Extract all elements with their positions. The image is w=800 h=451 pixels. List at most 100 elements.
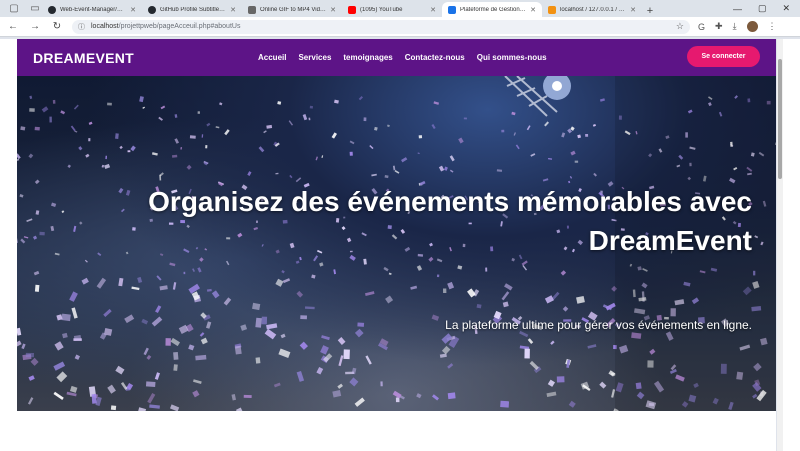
confetti-piece (34, 179, 40, 185)
confetti-piece (62, 332, 68, 339)
browser-tab[interactable]: Online GIF to MP4 Video c ✕ (242, 2, 342, 17)
confetti-piece (115, 365, 125, 375)
confetti-piece (192, 268, 195, 272)
downloads-icon[interactable]: ⤓ (733, 21, 737, 32)
reload-icon[interactable]: ↻ (50, 21, 64, 32)
scrollbar-thumb[interactable] (778, 59, 782, 179)
confetti-piece (215, 126, 220, 129)
back-arrow-icon[interactable]: ← (6, 21, 20, 32)
confetti-piece (354, 328, 364, 338)
confetti-piece (206, 122, 211, 127)
confetti-piece (160, 105, 166, 110)
page-right-margin (783, 39, 800, 451)
confetti-piece (33, 270, 40, 276)
confetti-piece (443, 166, 448, 171)
confetti-piece (255, 317, 262, 328)
confetti-piece (449, 169, 454, 173)
bookmark-star-icon[interactable]: ☆ (676, 21, 684, 32)
confetti-piece (371, 173, 377, 177)
confetti-piece (380, 381, 383, 387)
confetti-piece (546, 391, 557, 397)
confetti-piece (32, 235, 38, 240)
confetti-piece (41, 106, 49, 113)
confetti-piece (562, 306, 569, 312)
confetti-piece (131, 286, 140, 291)
confetti-piece (410, 285, 418, 290)
confetti-piece (343, 349, 350, 360)
nav-link-contact[interactable]: Contactez-nous (405, 53, 465, 62)
confetti-piece (27, 397, 34, 405)
menu-dots-icon[interactable]: ⋮ (768, 21, 777, 32)
maximize-icon[interactable]: ▢ (758, 3, 767, 14)
confetti-piece (151, 316, 163, 327)
confetti-piece (81, 277, 89, 285)
tab-list-icon[interactable]: ▭ (28, 0, 42, 17)
confetti-piece (547, 379, 556, 387)
confetti-piece (52, 99, 56, 104)
confetti-piece (110, 405, 117, 411)
confetti-piece (170, 337, 181, 347)
nav-link-services[interactable]: Services (298, 53, 331, 62)
minimize-icon[interactable]: — (733, 4, 742, 14)
confetti-piece (205, 145, 208, 149)
confetti-piece (156, 275, 162, 281)
hero-title-line-2: DreamEvent (588, 225, 752, 256)
nav-link-about[interactable]: Qui sommes-nous (477, 53, 547, 62)
confetti-piece (500, 400, 510, 408)
site-info-icon[interactable]: ⓘ (78, 22, 85, 32)
close-window-icon[interactable]: ✕ (782, 3, 790, 14)
nav-link-accueil[interactable]: Accueil (258, 53, 286, 62)
confetti-piece (431, 314, 440, 321)
confetti-piece (223, 297, 232, 306)
extensions-puzzle-icon[interactable]: ✚ (715, 21, 723, 32)
confetti-piece (296, 290, 304, 298)
forward-arrow-icon[interactable]: → (28, 21, 42, 32)
browser-tab-strip: ▢ ▭ Web-Event-Manager/REA ✕ GitHub Profi… (0, 0, 800, 17)
close-tab-icon[interactable]: ✕ (130, 6, 136, 14)
confetti-piece (304, 306, 315, 310)
brand-logo[interactable]: DREAMEVENT (33, 50, 134, 66)
confetti-piece (172, 282, 177, 290)
confetti-piece (392, 165, 396, 171)
confetti-piece (61, 313, 71, 322)
close-tab-icon[interactable]: ✕ (230, 6, 236, 14)
confetti-piece (526, 125, 531, 131)
confetti-piece (34, 284, 40, 292)
browser-tab-active[interactable]: Plateforme de Gestion d'É ✕ (442, 2, 542, 17)
confetti-piece (278, 348, 291, 358)
confetti-piece (374, 126, 378, 131)
close-tab-icon[interactable]: ✕ (530, 6, 536, 14)
confetti-piece (224, 129, 230, 136)
login-button[interactable]: Se connecter (687, 46, 760, 67)
nav-link-temoignages[interactable]: temoignages (343, 53, 392, 62)
confetti-piece (25, 352, 34, 358)
profile-avatar[interactable] (746, 21, 758, 32)
confetti-piece (333, 269, 337, 275)
confetti-piece (120, 382, 128, 390)
confetti-piece (319, 262, 324, 267)
confetti-piece (67, 164, 72, 169)
confetti-piece (560, 270, 567, 276)
confetti-piece (19, 194, 24, 198)
confetti-piece (105, 155, 108, 160)
close-tab-icon[interactable]: ✕ (330, 6, 336, 14)
browser-tab[interactable]: Web-Event-Manager/REA ✕ (42, 2, 142, 17)
close-tab-icon[interactable]: ✕ (630, 6, 636, 14)
confetti-piece (296, 371, 305, 382)
address-bar[interactable]: ⓘ localhost/projettpweb/pageAcceuil.php#… (72, 19, 690, 34)
confetti-piece (154, 372, 160, 380)
confetti-piece (524, 348, 530, 359)
browser-tab[interactable]: (1095) YouTube ✕ (342, 2, 442, 17)
tab-actions-icon[interactable]: ▢ (0, 0, 28, 17)
github-icon (148, 5, 156, 14)
confetti-piece (401, 157, 408, 163)
browser-tab[interactable]: localhost / 127.0.0.1 / proj ✕ (542, 2, 642, 17)
confetti-piece (73, 334, 82, 341)
new-tab-icon[interactable]: + (642, 5, 658, 17)
confetti-piece (321, 155, 324, 159)
browser-tab[interactable]: GitHub Profile Subtitle Ido ✕ (142, 2, 242, 17)
confetti-piece (418, 135, 423, 139)
close-tab-icon[interactable]: ✕ (430, 6, 436, 14)
confetti-piece (84, 259, 88, 263)
extension-icon[interactable]: G (698, 22, 705, 32)
